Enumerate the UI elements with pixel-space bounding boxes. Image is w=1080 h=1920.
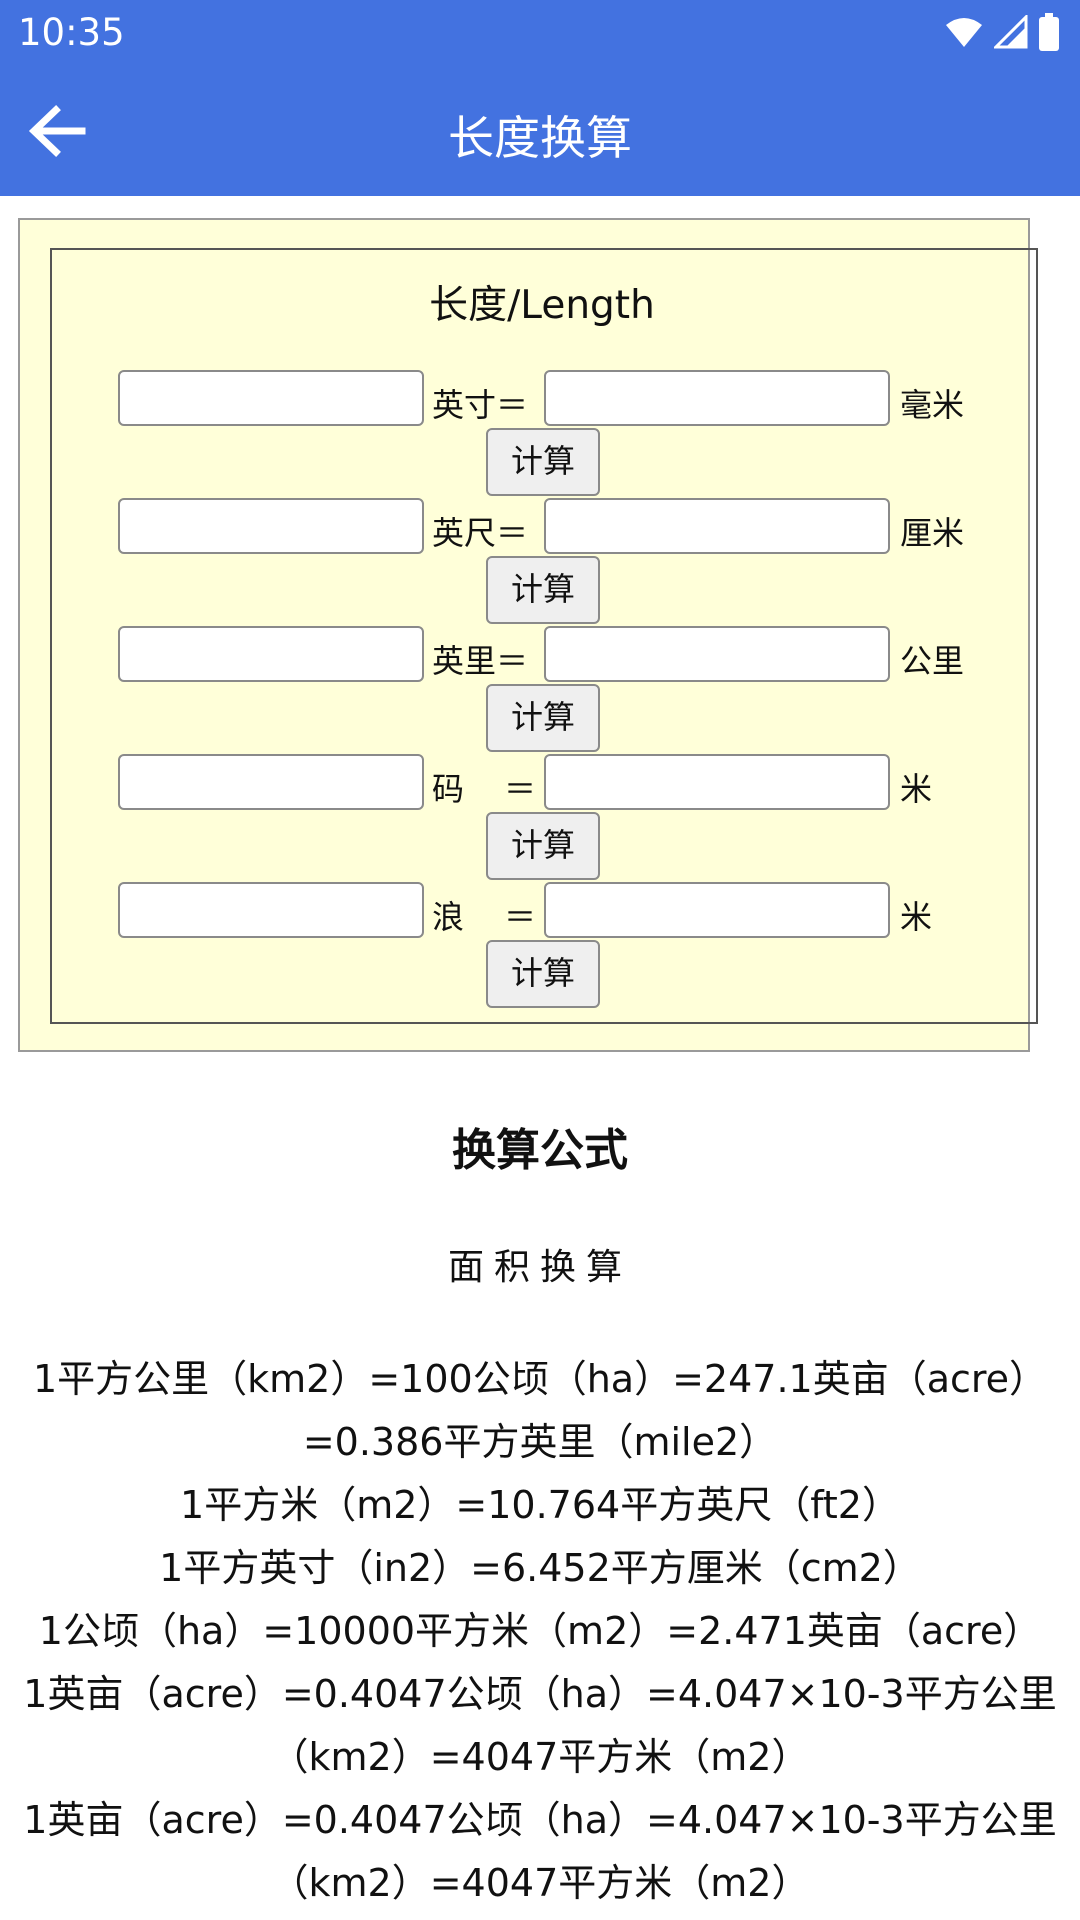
formula-line: 1英亩（acre）=0.4047公顷（ha）=4.047×10-3平方公里（km… xyxy=(23,1798,1057,1905)
formula-list: 1平方公里（km2）=100公顷（ha）=247.1英亩（acre）=0.386… xyxy=(20,1348,1060,1915)
formula-line: 1平方英寸（in2）=6.452平方厘米（cm2） xyxy=(159,1546,921,1590)
row-yard-m: 码 ＝ 米 xyxy=(0,754,1080,812)
yard-unit-label: 码 xyxy=(432,770,465,808)
meter-input-furlong[interactable] xyxy=(544,882,890,938)
cm-input[interactable] xyxy=(544,498,890,554)
status-bar: 10:35 xyxy=(0,0,1080,66)
calc-button-yard[interactable]: 计算 xyxy=(486,812,600,880)
calc-button-furlong[interactable]: 计算 xyxy=(486,940,600,1008)
formula-subtitle: 面积换算 xyxy=(447,1247,632,1288)
yard-equals-label: ＝ xyxy=(504,770,537,808)
km-unit-label: 公里 xyxy=(900,642,965,680)
furlong-equals-label: ＝ xyxy=(504,898,537,936)
mm-unit-label: 毫米 xyxy=(900,386,965,424)
mm-input[interactable] xyxy=(544,370,890,426)
calc-button-mile[interactable]: 计算 xyxy=(486,684,600,752)
mile-unit-label: 英里＝ xyxy=(432,642,529,680)
formula-section-title: 换算公式 xyxy=(452,1125,628,1176)
foot-input[interactable] xyxy=(118,498,424,554)
row-furlong-m: 浪 ＝ 米 xyxy=(0,882,1080,940)
battery-icon xyxy=(1039,13,1059,51)
wifi-icon xyxy=(946,18,982,47)
signal-icon xyxy=(994,15,1028,49)
row-mile-km: 英里＝ 公里 xyxy=(0,626,1080,684)
status-time: 10:35 xyxy=(18,11,125,54)
meter-input-yard[interactable] xyxy=(544,754,890,810)
formula-line: 1平方公里（km2）=100公顷（ha）=247.1英亩（acre）=0.386… xyxy=(32,1357,1048,1464)
converter-title: 长度/Length xyxy=(429,283,655,328)
formula-line: 1公顷（ha）=10000平方米（m2）=2.471英亩（acre） xyxy=(38,1609,1042,1653)
mile-input[interactable] xyxy=(118,626,424,682)
meter-unit-label-furlong: 米 xyxy=(900,898,933,936)
inch-input[interactable] xyxy=(118,370,424,426)
km-input[interactable] xyxy=(544,626,890,682)
inch-unit-label: 英寸＝ xyxy=(432,386,529,424)
furlong-unit-label: 浪 xyxy=(432,898,465,936)
page-title: 长度换算 xyxy=(448,111,632,165)
status-icons xyxy=(944,12,1060,52)
calc-button-foot[interactable]: 计算 xyxy=(486,556,600,624)
app-bar: 长度换算 xyxy=(0,66,1080,196)
calc-button-inch[interactable]: 计算 xyxy=(486,428,600,496)
formula-line: 1平方米（m2）=10.764平方英尺（ft2） xyxy=(180,1483,900,1527)
furlong-input[interactable] xyxy=(118,882,424,938)
formula-line: 1英亩（acre）=0.4047公顷（ha）=4.047×10-3平方公里（km… xyxy=(23,1672,1057,1779)
meter-unit-label-yard: 米 xyxy=(900,770,933,808)
yard-input[interactable] xyxy=(118,754,424,810)
row-foot-cm: 英尺＝ 厘米 xyxy=(0,498,1080,556)
row-inch-mm: 英寸＝ 毫米 xyxy=(0,370,1080,428)
cm-unit-label: 厘米 xyxy=(900,514,965,552)
foot-unit-label: 英尺＝ xyxy=(432,514,529,552)
